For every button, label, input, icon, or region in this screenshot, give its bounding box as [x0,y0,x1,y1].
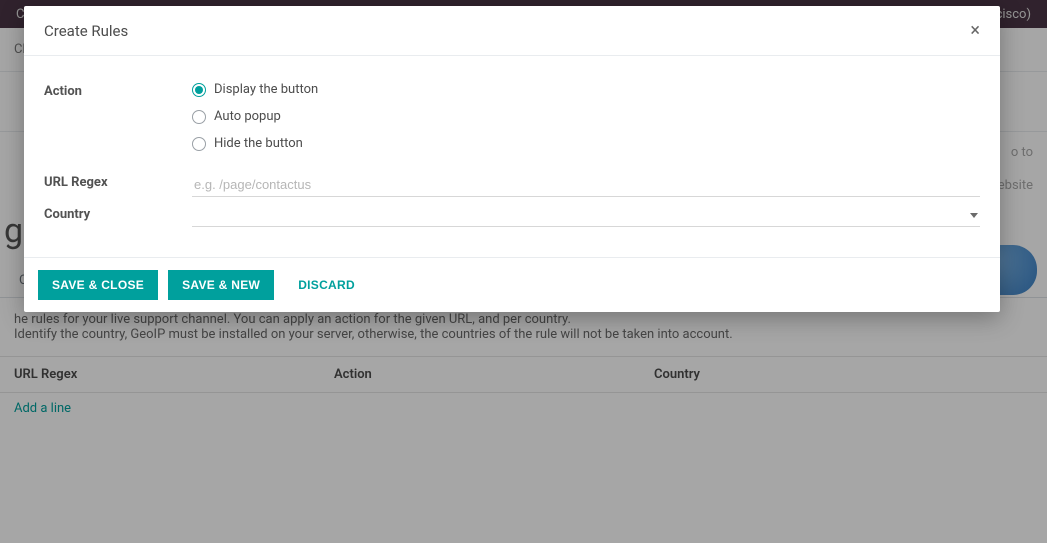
create-rules-modal: Create Rules × Action Display the button… [24,6,1000,312]
radio-label: Hide the button [214,136,303,151]
label-url-regex: URL Regex [44,173,192,190]
label-country: Country [44,205,192,222]
url-regex-input[interactable] [192,173,980,197]
row-url-regex: URL Regex [44,173,980,197]
modal-overlay: Create Rules × Action Display the button… [0,0,1047,543]
row-country: Country [44,205,980,227]
row-action: Action Display the button Auto popup [44,82,980,151]
close-icon[interactable]: × [970,20,980,41]
save-close-button[interactable]: Save & Close [38,270,158,300]
modal-footer: Save & Close Save & New Discard [24,257,1000,312]
radio-hide-button[interactable]: Hide the button [192,136,980,151]
radio-label: Auto popup [214,109,281,124]
save-new-button[interactable]: Save & New [168,270,274,300]
modal-title: Create Rules [44,22,128,40]
radio-label: Display the button [214,82,318,97]
radio-icon [192,83,206,97]
modal-body: Action Display the button Auto popup [24,56,1000,257]
chevron-down-icon [970,213,978,218]
radio-auto-popup[interactable]: Auto popup [192,109,980,124]
modal-header: Create Rules × [24,6,1000,56]
radio-icon [192,137,206,151]
label-action: Action [44,82,192,99]
radio-display-button[interactable]: Display the button [192,82,980,97]
radio-icon [192,110,206,124]
discard-button[interactable]: Discard [284,270,369,300]
country-select[interactable] [192,205,980,227]
action-radio-group: Display the button Auto popup Hide the b… [192,82,980,151]
